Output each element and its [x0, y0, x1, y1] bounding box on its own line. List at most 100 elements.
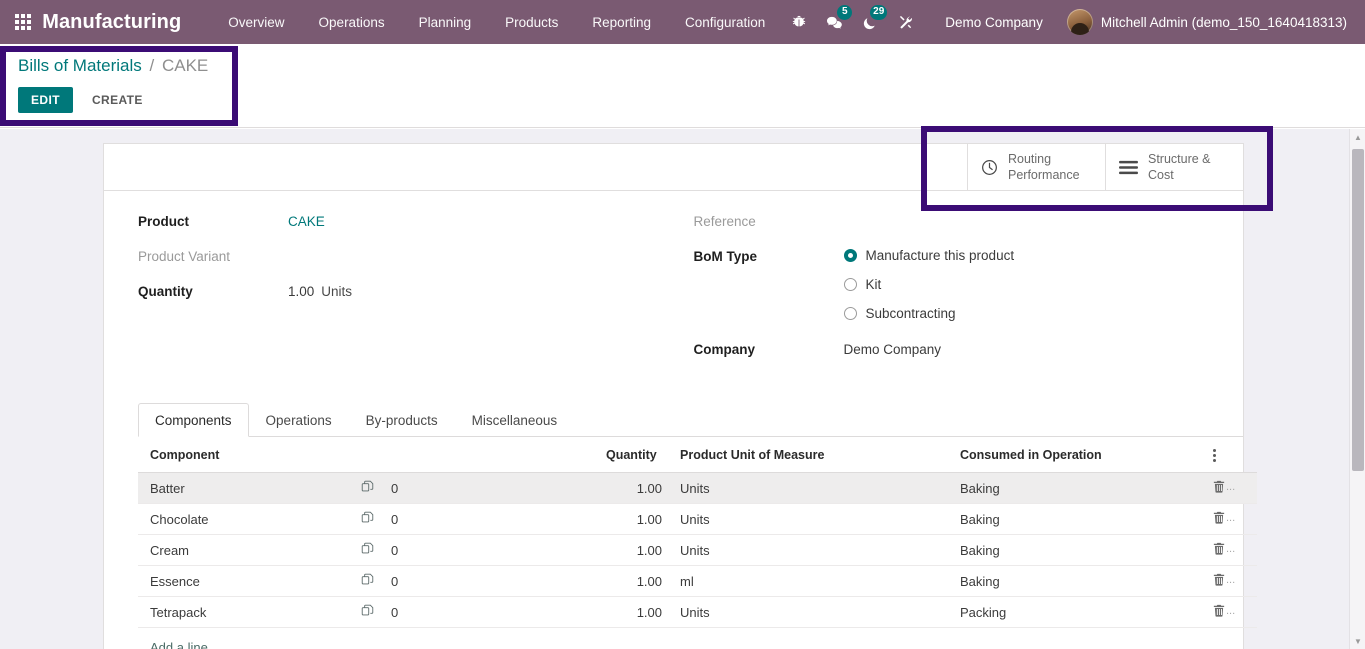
bom-type-option-manufacture[interactable]: Manufacture this product [843, 248, 1015, 263]
cell-quantity[interactable]: 1.00 [598, 472, 670, 505]
field-product-variant: Product Variant [138, 248, 674, 269]
cell-quantity[interactable]: 1.00 [598, 596, 670, 629]
row-delete-button[interactable]: ... [1205, 534, 1257, 567]
cell-operation[interactable]: Baking [950, 565, 1205, 598]
cell-component[interactable]: Essence [138, 565, 353, 598]
stat-button-structure-and-cost-label: Structure & Cost [1148, 152, 1211, 182]
field-bom-type-label: BoM Type [693, 249, 758, 264]
messages-icon[interactable]: 5 [816, 0, 853, 44]
cell-component[interactable]: Batter [138, 472, 353, 505]
form-fields: Product CAKE Product Variant Quantity 1.… [104, 191, 1243, 376]
cell-uom[interactable]: Units [670, 596, 950, 629]
duplicate-icon[interactable] [353, 534, 383, 567]
notebook: Components Operations By-products Miscel… [104, 402, 1257, 649]
cell-quantity[interactable]: 1.00 [598, 565, 670, 598]
cell-operation[interactable]: Baking [950, 534, 1205, 567]
breadcrumb-current: CAKE [161, 56, 209, 75]
record-buttons: EDIT CREATE [18, 87, 208, 113]
cell-zero[interactable]: 0 [383, 534, 598, 567]
user-menu[interactable]: Mitchell Admin (demo_150_1640418313) [1057, 9, 1353, 35]
tab-operations[interactable]: Operations [249, 403, 349, 437]
scroll-up-arrow-icon[interactable]: ▲ [1350, 129, 1365, 145]
field-quantity-value[interactable]: 1.00 Units [288, 283, 352, 304]
cell-zero[interactable]: 0 [383, 596, 598, 629]
menu-item-overview[interactable]: Overview [211, 0, 301, 44]
tab-miscellaneous[interactable]: Miscellaneous [455, 403, 575, 437]
cell-uom[interactable]: Units [670, 472, 950, 505]
vertical-scrollbar[interactable]: ▲ ▼ [1349, 129, 1365, 649]
radio-kit-icon[interactable] [843, 278, 857, 291]
cell-uom[interactable]: Units [670, 534, 950, 567]
menu-item-products[interactable]: Products [488, 0, 575, 44]
user-name: Mitchell Admin (demo_150_1640418313) [1100, 14, 1347, 30]
duplicate-icon[interactable] [353, 565, 383, 598]
cell-zero[interactable]: 0 [383, 565, 598, 598]
stat-button-box: Routing Performance Structure & Cost [104, 144, 1243, 191]
cell-zero[interactable]: 0 [383, 503, 598, 536]
cell-operation[interactable]: Baking [950, 503, 1205, 536]
form-column-right: Reference BoM Type Manufacture this prod… [674, 213, 1210, 376]
cell-operation[interactable]: Packing [950, 596, 1205, 629]
menu-item-operations[interactable]: Operations [302, 0, 402, 44]
stat-button-structure-and-cost[interactable]: Structure & Cost [1105, 144, 1243, 190]
app-brand-title[interactable]: Manufacturing [42, 11, 181, 34]
edit-button[interactable]: EDIT [18, 87, 73, 113]
duplicate-icon[interactable] [353, 596, 383, 629]
column-header-uom[interactable]: Product Unit of Measure [670, 437, 950, 474]
row-delete-button[interactable]: ... [1205, 565, 1257, 598]
bom-type-option-subcontracting[interactable]: Subcontracting [843, 306, 1015, 321]
table-row[interactable]: Essence 0 1.00 ml Baking ... [138, 565, 1257, 598]
add-a-line-button[interactable]: Add a line [138, 628, 1243, 649]
field-product-value[interactable]: CAKE [288, 213, 325, 234]
avatar [1066, 9, 1093, 35]
cell-component[interactable]: Cream [138, 534, 353, 567]
column-header-component[interactable]: Component [138, 437, 353, 474]
create-button[interactable]: CREATE [82, 87, 153, 113]
company-switcher[interactable]: Demo Company [923, 15, 1057, 30]
menu-item-configuration[interactable]: Configuration [668, 0, 782, 44]
bug-icon[interactable] [782, 0, 816, 44]
column-header-operation[interactable]: Consumed in Operation [950, 437, 1205, 474]
row-delete-button[interactable]: ... [1205, 472, 1257, 505]
cell-quantity[interactable]: 1.00 [598, 534, 670, 567]
tools-wrench-icon[interactable] [888, 0, 923, 44]
apps-grid-icon[interactable] [10, 14, 36, 30]
activities-clock-icon[interactable]: 29 [853, 0, 888, 44]
cell-quantity[interactable]: 1.00 [598, 503, 670, 536]
bom-type-option-kit[interactable]: Kit [843, 277, 1015, 292]
row-delete-button[interactable]: ... [1205, 503, 1257, 536]
tab-components[interactable]: Components [138, 403, 249, 437]
bom-type-option-manufacture-label: Manufacture this product [865, 248, 1015, 263]
cell-uom[interactable]: ml [670, 565, 950, 598]
radio-manufacture-icon[interactable] [843, 249, 857, 262]
field-product-label: Product [138, 214, 190, 229]
column-options-icon[interactable] [1205, 437, 1257, 474]
duplicate-icon[interactable] [353, 472, 383, 505]
row-delete-button[interactable]: ... [1205, 596, 1257, 629]
breadcrumb-parent[interactable]: Bills of Materials [18, 56, 142, 75]
cell-uom[interactable]: Units [670, 503, 950, 536]
field-company-value[interactable]: Demo Company [844, 341, 942, 362]
menu-item-reporting[interactable]: Reporting [575, 0, 668, 44]
radio-subcontracting-icon[interactable] [843, 307, 857, 320]
table-row[interactable]: Chocolate 0 1.00 Units Baking ... [138, 503, 1257, 536]
duplicate-icon[interactable] [353, 503, 383, 536]
tab-by-products[interactable]: By-products [349, 403, 455, 437]
cell-zero[interactable]: 0 [383, 472, 598, 505]
messages-badge: 5 [837, 5, 853, 20]
cell-operation[interactable]: Baking [950, 472, 1205, 505]
scroll-down-arrow-icon[interactable]: ▼ [1350, 633, 1365, 649]
stat-button-routing-performance[interactable]: Routing Performance [967, 144, 1105, 190]
field-reference-label: Reference [693, 214, 756, 229]
table-row[interactable]: Tetrapack 0 1.00 Units Packing ... [138, 596, 1257, 629]
cell-component[interactable]: Chocolate [138, 503, 353, 536]
table-row[interactable]: Cream 0 1.00 Units Baking ... [138, 534, 1257, 567]
menu-item-planning[interactable]: Planning [402, 0, 489, 44]
scrollbar-thumb[interactable] [1352, 149, 1364, 471]
column-header-quantity[interactable]: Quantity [598, 437, 670, 474]
field-product: Product CAKE [138, 213, 674, 234]
form-sheet: Routing Performance Structure & Cost Pro… [103, 143, 1257, 649]
table-row[interactable]: Batter 0 1.00 Units Baking ... [138, 472, 1257, 505]
field-reference: Reference [694, 213, 1210, 234]
cell-component[interactable]: Tetrapack [138, 596, 353, 629]
